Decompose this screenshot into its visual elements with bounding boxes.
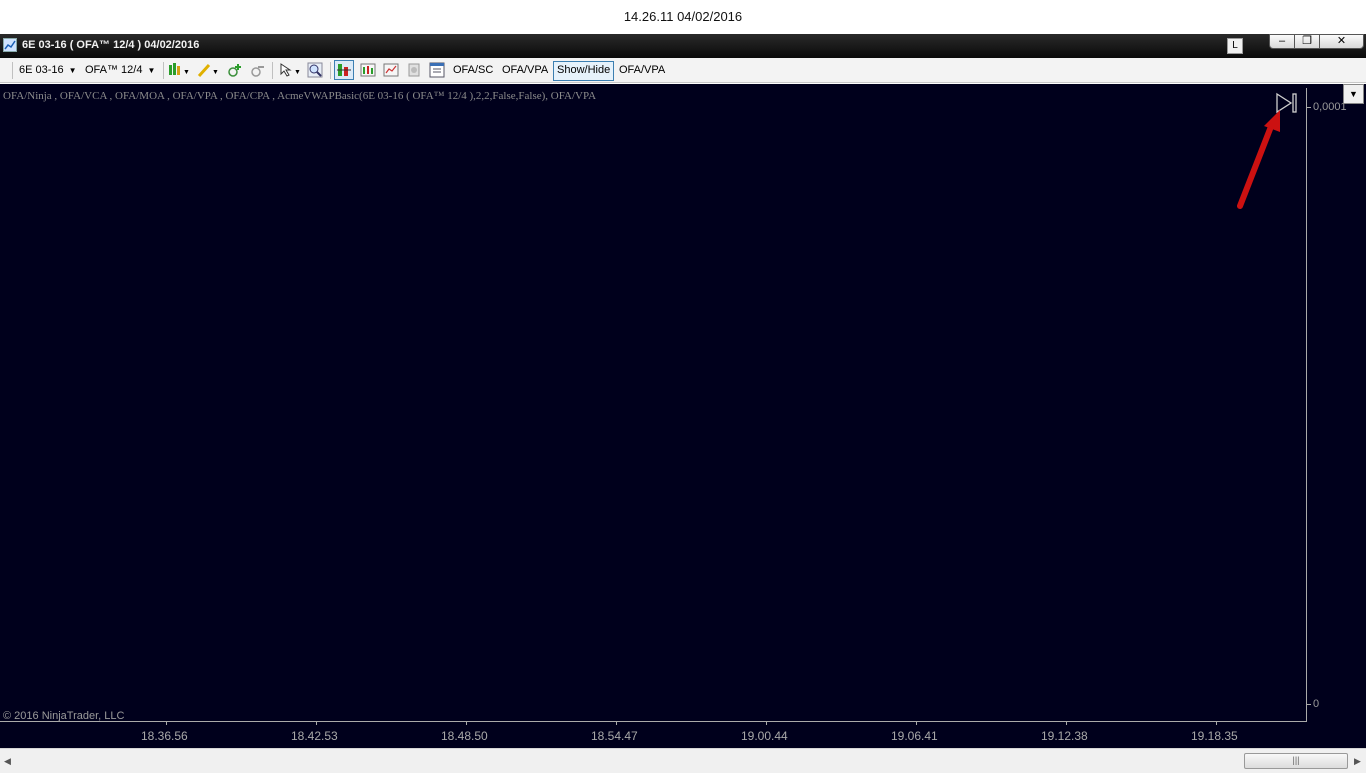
x-tick-mark	[916, 721, 917, 725]
svg-text:▼: ▼	[212, 69, 219, 76]
link-button[interactable]: L	[1227, 38, 1243, 54]
x-axis-label: 18.48.50	[441, 729, 488, 743]
x-axis-label: 18.36.56	[141, 729, 188, 743]
x-axis-label: 19.12.38	[1041, 729, 1088, 743]
chart-app-icon	[3, 38, 17, 52]
scrollbar-thumb[interactable]: |||	[1244, 753, 1348, 769]
chevron-down-icon: ▼	[68, 66, 77, 75]
maximize-button[interactable]: ❐	[1294, 34, 1320, 49]
toolbar-grip	[12, 62, 13, 79]
ofa-vpa-button-2[interactable]: OFA/VPA	[619, 61, 665, 79]
price-axis-line	[1306, 88, 1307, 721]
maximize-icon: ❐	[1302, 35, 1312, 47]
x-tick-mark	[766, 721, 767, 725]
toolbar-separator	[163, 62, 164, 79]
minimize-button[interactable]: ‒	[1269, 34, 1295, 49]
candlestick-icon[interactable]: ▼	[168, 62, 190, 78]
chevron-down-icon: ▼	[1349, 89, 1358, 99]
chart-icon[interactable]	[360, 62, 376, 78]
horizontal-scrollbar[interactable]: ◀ ||| ▶	[0, 748, 1366, 773]
x-axis-label: 18.54.47	[591, 729, 638, 743]
y-axis-label-top: 0,0001	[1313, 101, 1347, 113]
properties-icon[interactable]	[429, 62, 445, 78]
x-tick-mark	[166, 721, 167, 725]
toolbar-separator	[330, 62, 331, 79]
x-axis-label: 19.06.41	[891, 729, 938, 743]
x-axis-label: 19.18.35	[1191, 729, 1238, 743]
grip-icon: |||	[1292, 755, 1300, 765]
scroll-right-icon[interactable]: ▶	[1354, 756, 1361, 767]
ofa-sc-button[interactable]: OFA/SC	[453, 61, 493, 79]
window-titlebar: 6E 03-16 ( OFA™ 12/4 ) 04/02/2016 L ‒ ❐ …	[0, 34, 1366, 58]
minimize-icon: ‒	[1278, 35, 1286, 47]
x-tick-mark	[466, 721, 467, 725]
camera-icon[interactable]	[406, 62, 422, 78]
magnifier-icon[interactable]	[307, 62, 323, 78]
toolbar-separator	[272, 62, 273, 79]
x-axis-label: 19.00.44	[741, 729, 788, 743]
x-tick-mark	[1216, 721, 1217, 725]
zoom-out-icon[interactable]	[250, 62, 266, 78]
chart-toolbar: 6E 03-16 ▼ OFA™ 12/4 ▼ ▼ ▼ ▼ OFA/SC OFA/VP…	[0, 58, 1366, 83]
y-axis-label-bottom: 0	[1313, 698, 1320, 710]
screen-caption: 14.26.11 04/02/2016	[0, 0, 1366, 34]
x-tick-mark	[1066, 721, 1067, 725]
close-button[interactable]: ✕	[1319, 34, 1364, 49]
red-arrow-annotation	[1230, 106, 1290, 216]
x-tick-mark	[316, 721, 317, 725]
data-box-icon[interactable]	[383, 62, 399, 78]
svg-text:▼: ▼	[183, 69, 190, 76]
close-icon: ✕	[1336, 35, 1347, 47]
instrument-label: 6E 03-16	[19, 64, 64, 76]
y-tick-mark	[1306, 107, 1311, 108]
zoom-in-icon[interactable]	[227, 62, 243, 78]
chart-menu-dropdown[interactable]: ▼	[1343, 84, 1364, 104]
indicator-list: OFA/Ninja , OFA/VCA , OFA/MOA , OFA/VPA …	[3, 90, 597, 102]
chart-panel[interactable]	[0, 84, 1366, 748]
bars-icon[interactable]	[334, 60, 354, 80]
copyright-text: © 2016 NinjaTrader, LLC	[3, 710, 125, 722]
y-tick-mark	[1306, 704, 1311, 705]
show-hide-button[interactable]: Show/Hide	[553, 61, 615, 81]
window-title: 6E 03-16 ( OFA™ 12/4 ) 04/02/2016	[22, 39, 200, 51]
ofa-vpa-button[interactable]: OFA/VPA	[502, 61, 548, 79]
svg-text:▼: ▼	[294, 69, 301, 76]
scroll-left-icon[interactable]: ◀	[4, 756, 11, 767]
cursor-icon[interactable]: ▼	[279, 62, 301, 78]
period-label: OFA™ 12/4	[85, 64, 143, 76]
period-dropdown[interactable]: OFA™ 12/4 ▼	[85, 61, 155, 79]
x-axis-label: 18.42.53	[291, 729, 338, 743]
instrument-dropdown[interactable]: 6E 03-16 ▼	[19, 61, 77, 79]
time-axis-line	[0, 721, 1307, 722]
chevron-down-icon: ▼	[147, 66, 156, 75]
pencil-icon[interactable]: ▼	[197, 62, 219, 78]
x-tick-mark	[616, 721, 617, 725]
